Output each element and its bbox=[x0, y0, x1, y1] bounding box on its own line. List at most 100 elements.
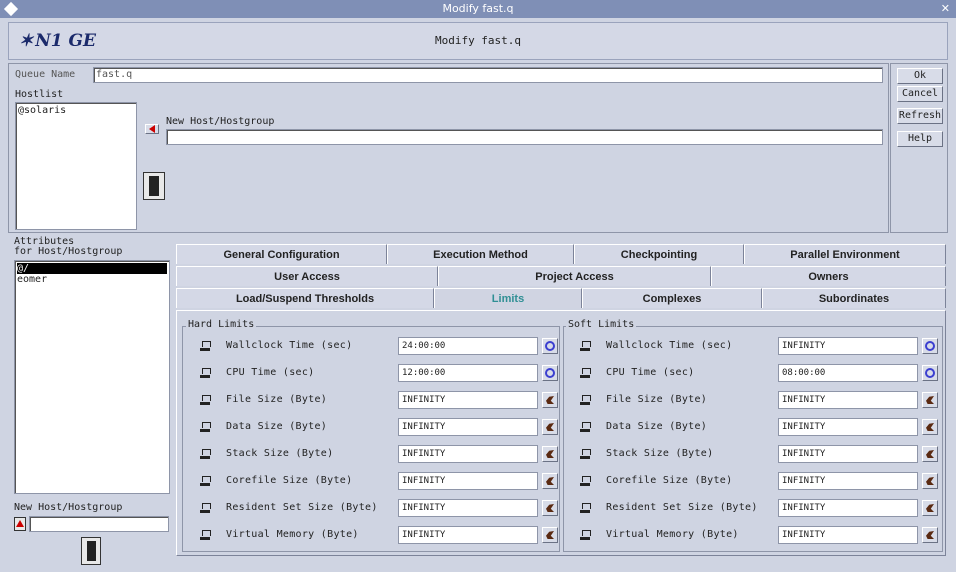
size-picker-button[interactable] bbox=[542, 419, 558, 435]
attributes-label: Attributes for Host/Hostgroup bbox=[14, 237, 122, 257]
runner-icon bbox=[926, 531, 934, 539]
limit-resource-icon bbox=[580, 476, 591, 486]
window-menu-icon[interactable] bbox=[3, 1, 19, 17]
limit-value-input[interactable]: INFINITY bbox=[398, 526, 538, 544]
tab-owners[interactable]: Owners bbox=[711, 266, 946, 286]
runner-icon bbox=[546, 504, 554, 512]
size-picker-button[interactable] bbox=[542, 527, 558, 543]
size-picker-button[interactable] bbox=[542, 473, 558, 489]
list-item[interactable]: @solaris bbox=[18, 105, 134, 116]
time-picker-button[interactable] bbox=[542, 338, 558, 354]
limit-value-input[interactable]: INFINITY bbox=[778, 445, 918, 463]
size-picker-button[interactable] bbox=[542, 500, 558, 516]
limit-resource-icon bbox=[200, 503, 211, 513]
new-host-input[interactable] bbox=[166, 129, 883, 145]
limit-value-input[interactable]: INFINITY bbox=[398, 472, 538, 490]
tab-checkpointing[interactable]: Checkpointing bbox=[574, 244, 744, 264]
time-picker-button[interactable] bbox=[922, 365, 938, 381]
size-picker-button[interactable] bbox=[922, 527, 938, 543]
trash-icon[interactable] bbox=[143, 172, 165, 200]
limit-label: Resident Set Size (Byte) bbox=[606, 502, 758, 513]
limit-label: Corefile Size (Byte) bbox=[606, 475, 733, 486]
runner-icon bbox=[926, 504, 934, 512]
limit-row: Virtual Memory (Byte) INFINITY bbox=[580, 525, 942, 545]
limit-resource-icon bbox=[580, 503, 591, 513]
limit-row: Resident Set Size (Byte) INFINITY bbox=[200, 498, 562, 518]
limit-row: Corefile Size (Byte) INFINITY bbox=[580, 471, 942, 491]
clock-icon bbox=[545, 341, 555, 351]
help-button[interactable]: Help bbox=[897, 131, 943, 147]
list-item-selected[interactable]: @/ bbox=[17, 263, 167, 274]
limit-value-input[interactable]: INFINITY bbox=[398, 445, 538, 463]
limit-value-input[interactable]: INFINITY bbox=[778, 337, 918, 355]
size-picker-button[interactable] bbox=[922, 446, 938, 462]
limit-value-input[interactable]: INFINITY bbox=[398, 418, 538, 436]
move-up-button[interactable] bbox=[14, 517, 26, 531]
limit-label: Data Size (Byte) bbox=[226, 421, 328, 432]
limit-row: Corefile Size (Byte) INFINITY bbox=[200, 471, 562, 491]
runner-icon bbox=[546, 423, 554, 431]
dialog-title: Modify fast.q bbox=[434, 34, 522, 47]
arrow-left-icon bbox=[149, 125, 155, 133]
limit-resource-icon bbox=[200, 341, 211, 351]
tab-project-access[interactable]: Project Access bbox=[438, 266, 711, 286]
limit-value-input[interactable]: INFINITY bbox=[778, 391, 918, 409]
limit-value-input[interactable]: 24:00:00 bbox=[398, 337, 538, 355]
tab-limits[interactable]: Limits bbox=[434, 288, 582, 308]
limit-row: Data Size (Byte) INFINITY bbox=[200, 417, 562, 437]
limit-value-input[interactable]: INFINITY bbox=[398, 499, 538, 517]
limit-label: Wallclock Time (sec) bbox=[606, 340, 733, 351]
time-picker-button[interactable] bbox=[542, 365, 558, 381]
move-left-button[interactable] bbox=[145, 124, 159, 134]
limit-row: Stack Size (Byte) INFINITY bbox=[200, 444, 562, 464]
limit-label: File Size (Byte) bbox=[606, 394, 708, 405]
limit-label: CPU Time (sec) bbox=[606, 367, 695, 378]
tab-user-access[interactable]: User Access bbox=[176, 266, 438, 286]
tab-parallel-environment[interactable]: Parallel Environment bbox=[744, 244, 946, 264]
limit-value-input[interactable]: INFINITY bbox=[778, 472, 918, 490]
ok-button[interactable]: Ok bbox=[897, 68, 943, 84]
size-picker-button[interactable] bbox=[922, 473, 938, 489]
limit-row: CPU Time (sec) 08:00:00 bbox=[580, 363, 942, 383]
close-icon[interactable]: ✕ bbox=[941, 0, 950, 18]
attributes-listbox[interactable]: @/ eomer bbox=[14, 260, 170, 494]
tab-general-configuration[interactable]: General Configuration bbox=[176, 244, 387, 264]
limit-resource-icon bbox=[580, 530, 591, 540]
trash-icon[interactable] bbox=[81, 537, 101, 565]
limit-resource-icon bbox=[580, 341, 591, 351]
limit-value-input[interactable]: 12:00:00 bbox=[398, 364, 538, 382]
tab-complexes[interactable]: Complexes bbox=[582, 288, 762, 308]
size-picker-button[interactable] bbox=[542, 446, 558, 462]
size-picker-button[interactable] bbox=[922, 392, 938, 408]
cancel-button[interactable]: Cancel bbox=[897, 86, 943, 102]
limit-value-input[interactable]: INFINITY bbox=[778, 499, 918, 517]
window-title: Modify fast.q bbox=[442, 2, 514, 15]
limit-value-input[interactable]: INFINITY bbox=[398, 391, 538, 409]
time-picker-button[interactable] bbox=[922, 338, 938, 354]
refresh-button[interactable]: Refresh bbox=[897, 108, 943, 124]
limit-label: Virtual Memory (Byte) bbox=[226, 529, 359, 540]
size-picker-button[interactable] bbox=[922, 500, 938, 516]
runner-icon bbox=[926, 477, 934, 485]
clock-icon bbox=[545, 368, 555, 378]
limit-resource-icon bbox=[580, 368, 591, 378]
limit-value-input[interactable]: 08:00:00 bbox=[778, 364, 918, 382]
size-picker-button[interactable] bbox=[922, 419, 938, 435]
limit-value-input[interactable]: INFINITY bbox=[778, 418, 918, 436]
size-picker-button[interactable] bbox=[542, 392, 558, 408]
dialog-header: ✶ N1 GE Modify fast.q bbox=[8, 22, 948, 60]
soft-limits-title: Soft Limits bbox=[566, 319, 637, 330]
runner-icon bbox=[546, 531, 554, 539]
tab-load-suspend-thresholds[interactable]: Load/Suspend Thresholds bbox=[176, 288, 434, 308]
bottom-new-host-input[interactable] bbox=[29, 516, 169, 532]
limit-row: CPU Time (sec) 12:00:00 bbox=[200, 363, 562, 383]
list-item[interactable]: eomer bbox=[17, 274, 167, 285]
limit-value-input[interactable]: INFINITY bbox=[778, 526, 918, 544]
soft-limits-group bbox=[563, 326, 943, 552]
tab-subordinates[interactable]: Subordinates bbox=[762, 288, 946, 308]
queue-name-input[interactable]: fast.q bbox=[93, 67, 883, 83]
tab-execution-method[interactable]: Execution Method bbox=[387, 244, 574, 264]
hostlist-listbox[interactable]: @solaris bbox=[15, 102, 137, 230]
clock-icon bbox=[925, 341, 935, 351]
limit-label: Virtual Memory (Byte) bbox=[606, 529, 739, 540]
